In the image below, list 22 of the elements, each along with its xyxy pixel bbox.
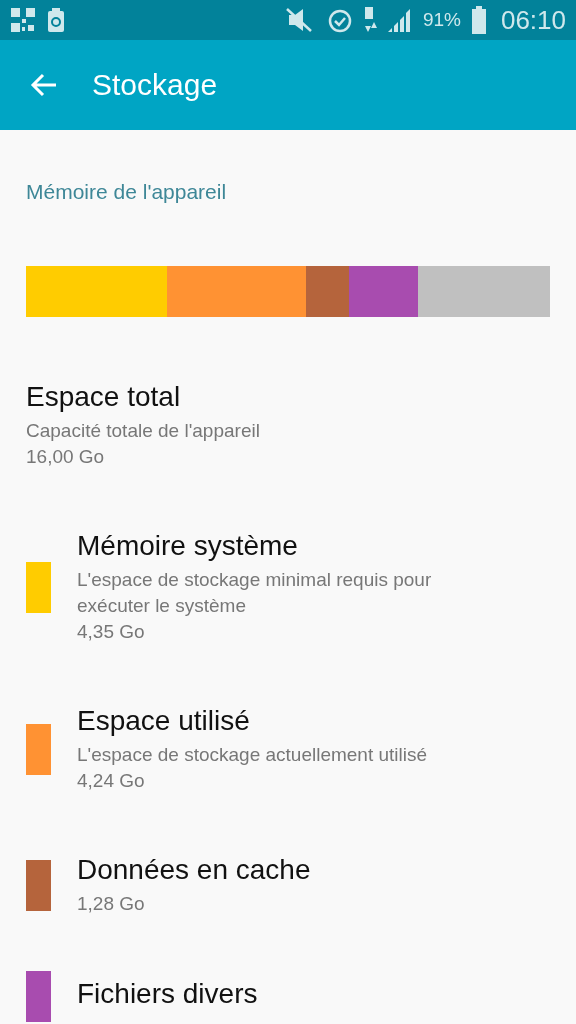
item-size: 16,00 Go — [26, 445, 106, 469]
item-description: L'espace de stockage actuellement utilisé — [77, 743, 429, 767]
clock: 06:10 — [500, 4, 566, 36]
item-title: Données en cache — [77, 854, 312, 886]
battery-icon — [470, 6, 487, 34]
item-title: Espace total — [26, 381, 182, 413]
item-title: Fichiers divers — [77, 978, 259, 1010]
item-title: Mémoire système — [77, 530, 299, 562]
item-description: L'espace de stockage minimal requis pour exécuter le système — [77, 568, 433, 618]
item-description: Capacité totale de l'appareil — [26, 419, 261, 443]
back-arrow-icon[interactable] — [30, 73, 58, 97]
screen-title: Stockage — [92, 68, 218, 102]
item-size: 4,35 Go — [77, 620, 146, 644]
signal-icon — [386, 7, 413, 33]
item-size: 4,24 Go — [77, 769, 146, 793]
battery-percentage: 91% — [422, 9, 461, 31]
alarm-icon — [326, 7, 353, 33]
item-size: 1,28 Go — [77, 892, 146, 916]
item-title: Espace utilisé — [77, 705, 251, 737]
data-arrows-icon — [362, 6, 377, 34]
section-header: Mémoire de l'appareil — [26, 180, 228, 204]
qr-code-icon — [10, 7, 36, 33]
